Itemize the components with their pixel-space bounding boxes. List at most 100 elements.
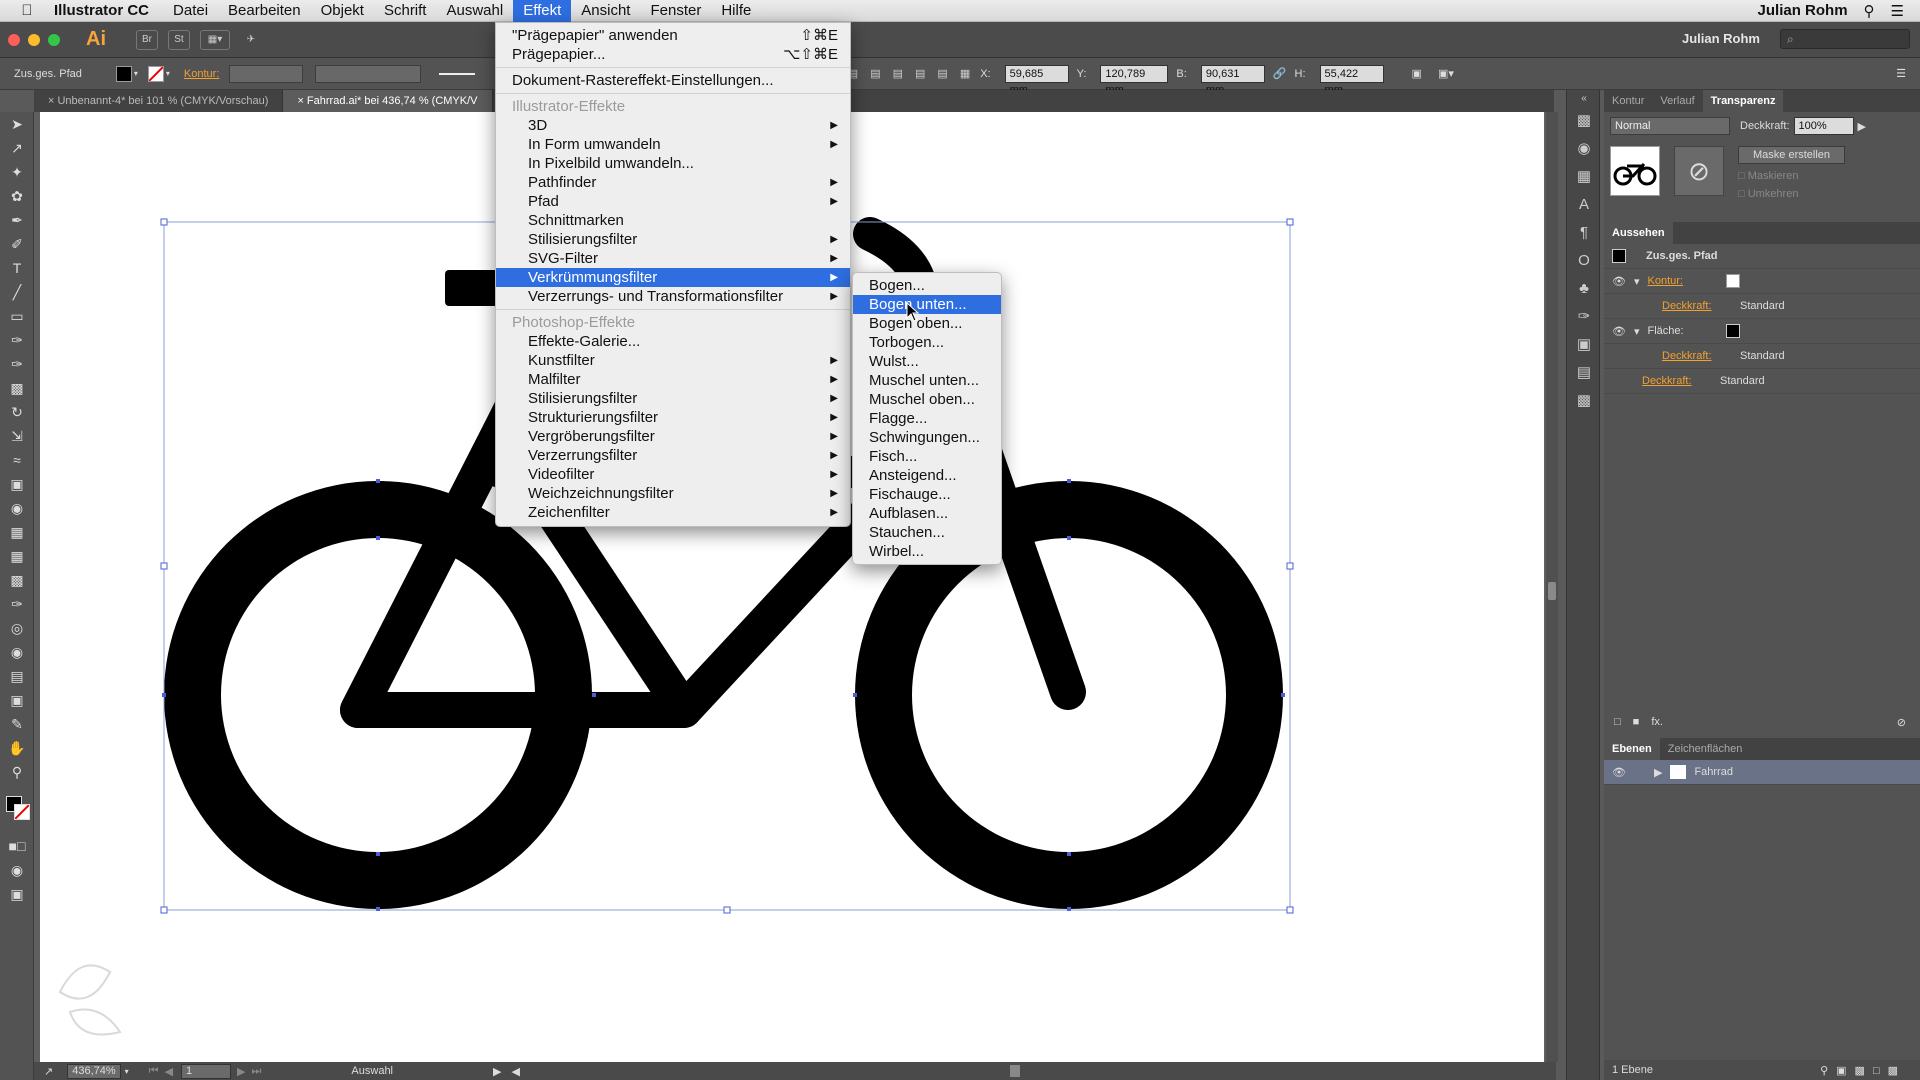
free-transform-icon[interactable]: ▣ [0, 472, 34, 496]
brushes-icon[interactable]: ✑ [1567, 302, 1601, 330]
menu-item-path[interactable]: Pfad ▶ [496, 192, 850, 211]
opacity-arrow-icon[interactable]: ▶ [1858, 120, 1866, 133]
menu-item-effect-gallery[interactable]: Effekte-Galerie... [496, 332, 850, 351]
blob-brush-icon[interactable]: ✑ [0, 352, 34, 376]
arrange-documents-button[interactable]: ▦▾ [200, 29, 230, 50]
stroke-weight-field[interactable] [229, 64, 304, 83]
fill-attr-swatch[interactable] [1725, 324, 1740, 338]
layer-actions-icon[interactable]: ⚲▣▩□▩ [1820, 1064, 1906, 1077]
rotate-tool-icon[interactable]: ↻ [0, 400, 34, 424]
shape-builder-icon[interactable]: ◉ [0, 496, 34, 520]
pen-tool-icon[interactable]: ✒ [0, 208, 34, 232]
panel-menu-icon[interactable]: ☰ [1896, 67, 1906, 80]
eyedropper-tool-icon[interactable]: ✑ [0, 592, 34, 616]
appearance-stroke-opacity-row[interactable]: Deckkraft: Standard [1604, 294, 1920, 319]
stroke-swatch[interactable] [147, 65, 164, 82]
line-tool-icon[interactable]: ╱ [0, 280, 34, 304]
menu-item-video[interactable]: Videofilter ▶ [496, 465, 850, 484]
align-top-icon[interactable]: ▤ [893, 67, 903, 80]
character-icon[interactable]: A [1567, 190, 1601, 218]
link-icon[interactable]: 🔗 [1273, 67, 1287, 80]
align-middle-icon[interactable]: ▤ [915, 67, 925, 80]
isolate-icon[interactable]: ▣▾ [1438, 67, 1454, 80]
hscroll-left-icon[interactable]: ◀ [511, 1065, 519, 1078]
prev-artboard-icon[interactable]: ◀ [165, 1065, 173, 1078]
status-arrow-icon[interactable]: ▶ [493, 1065, 501, 1078]
align-bottom-icon[interactable]: ▤ [937, 67, 947, 80]
opacity-attr-label[interactable]: Deckkraft: [1662, 300, 1740, 312]
variable-width-field[interactable] [315, 64, 422, 83]
no-mask-icon[interactable]: ⊘ [1674, 146, 1724, 196]
opacity-attr-label[interactable]: Deckkraft: [1662, 350, 1740, 362]
stroke-attr-swatch[interactable] [1725, 274, 1740, 288]
warp-item-arc[interactable]: Bogen... [853, 276, 1001, 295]
menu-item-apply-last[interactable]: "Prägepapier" anwenden ⇧⌘E [496, 26, 850, 45]
disclosure-icon[interactable]: ▾ [1634, 275, 1640, 288]
menu-datei[interactable]: Datei [163, 0, 218, 22]
warp-item-bulge[interactable]: Wulst... [853, 352, 1001, 371]
eraser-tool-icon[interactable]: ▩ [0, 376, 34, 400]
zoom-field[interactable]: 436,74% [67, 1063, 121, 1079]
tab-kontur[interactable]: Kontur [1604, 90, 1652, 112]
menu-item-last-effect[interactable]: Prägepapier... ⌥⇧⌘E [496, 45, 850, 64]
status-tool-label[interactable]: Auswahl [351, 1065, 393, 1077]
layer-row[interactable]: 👁 ▶ Fahrrad [1604, 760, 1920, 785]
tab-unbenannt[interactable]: × Unbenannt-4* bei 101 % (CMYK/Vorschau) [34, 90, 284, 112]
hand-tool-icon[interactable]: ✋ [0, 736, 34, 760]
appearance-stroke-row[interactable]: 👁 ▾ Kontur: [1604, 269, 1920, 294]
menu-item-distort[interactable]: Verzerrungsfilter ▶ [496, 446, 850, 465]
object-thumbnail[interactable] [1610, 146, 1660, 196]
graph-tool-icon[interactable]: ▤ [0, 664, 34, 688]
hscroll-thumb[interactable] [1009, 1065, 1020, 1077]
menu-auswahl[interactable]: Auswahl [436, 0, 513, 22]
expand-layer-icon[interactable]: ▶ [1654, 766, 1662, 779]
vertical-scrollbar[interactable] [1546, 112, 1558, 1062]
chevron-down-icon[interactable]: ▾ [134, 69, 138, 78]
menu-item-convert-shape[interactable]: In Form umwandeln ▶ [496, 135, 850, 154]
last-artboard-icon[interactable]: ⏭ [252, 1065, 262, 1078]
screen-mode-icon[interactable]: ▣ [0, 882, 34, 906]
fill-stroke-control[interactable] [0, 784, 33, 834]
menu-item-stylize[interactable]: Stilisierungsfilter ▶ [496, 230, 850, 249]
clip-checkbox[interactable]: □ Maskieren [1738, 170, 1845, 182]
menu-item-warp[interactable]: Verkrümmungsfilter ▶ [496, 268, 850, 287]
workspace-switcher[interactable]: Julian Rohm [1682, 31, 1760, 46]
stroke-color-swatch[interactable] [14, 804, 30, 820]
warp-item-squeeze[interactable]: Stauchen... [853, 523, 1001, 542]
paragraph-icon[interactable]: ¶ [1567, 218, 1601, 246]
mesh-tool-icon[interactable]: ▦ [0, 544, 34, 568]
gradient-tool-icon[interactable]: ▩ [0, 568, 34, 592]
reference-point-icon[interactable]: ▦ [960, 67, 970, 80]
warp-item-rise[interactable]: Ansteigend... [853, 466, 1001, 485]
swatches-icon[interactable]: ▦ [1567, 162, 1601, 190]
menu-item-distort-transform[interactable]: Verzerrungs- und Transformationsfilter ▶ [496, 287, 850, 306]
menu-item-3d[interactable]: 3D ▶ [496, 116, 850, 135]
rectangle-tool-icon[interactable]: ▭ [0, 304, 34, 328]
minimize-window-icon[interactable] [28, 33, 40, 46]
fx-button[interactable]: fx. [1651, 716, 1663, 728]
zoom-tool-icon[interactable]: ⚲ [0, 760, 34, 784]
zoom-window-icon[interactable] [48, 33, 60, 46]
width-tool-icon[interactable]: ≈ [0, 448, 34, 472]
fill-attr-label[interactable]: Fläche: [1648, 325, 1726, 337]
x-field[interactable]: 59,685 mm [1004, 64, 1069, 96]
first-artboard-icon[interactable]: ⏮ [149, 1065, 159, 1078]
align-right-icon[interactable]: ▤ [870, 67, 880, 80]
opentype-icon[interactable]: O [1567, 246, 1601, 274]
menubar-user[interactable]: Julian Rohm [1758, 2, 1848, 19]
export-icon[interactable]: ↗ [44, 1065, 53, 1078]
warp-item-fisheye[interactable]: Fischauge... [853, 485, 1001, 504]
search-input[interactable]: ⌕ [1780, 29, 1910, 49]
menu-item-rasterize[interactable]: In Pixelbild umwandeln... [496, 154, 850, 173]
y-field[interactable]: 120,789 mm [1100, 64, 1169, 96]
perspective-grid-icon[interactable]: ▦ [0, 520, 34, 544]
chevron-down-icon[interactable]: ▾ [125, 1067, 129, 1076]
appearance-object-opacity-row[interactable]: Deckkraft: Standard [1604, 369, 1920, 394]
tab-aussehen[interactable]: Aussehen [1604, 222, 1673, 244]
paintbrush-tool-icon[interactable]: ✑ [0, 328, 34, 352]
artboard-number-field[interactable]: 1 [181, 1063, 232, 1079]
new-stroke-icon[interactable]: □ [1614, 716, 1621, 728]
brush-definition[interactable] [439, 72, 476, 75]
tab-zeichenflaechen[interactable]: Zeichenflächen [1660, 738, 1751, 760]
opacity-field[interactable]: 100% [1793, 117, 1854, 135]
